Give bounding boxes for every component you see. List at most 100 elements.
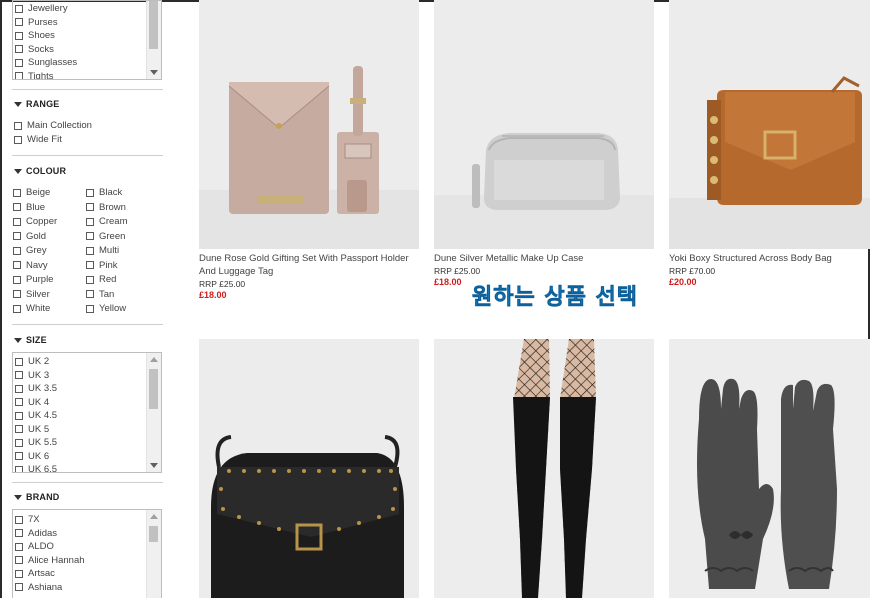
size-scrollbar[interactable]	[146, 353, 161, 472]
checkbox[interactable]	[15, 384, 23, 393]
brand-option[interactable]: Alice Hannah	[15, 555, 85, 566]
size-option[interactable]: UK 5	[15, 424, 49, 435]
checkbox[interactable]	[15, 45, 23, 53]
category-option[interactable]: Socks	[15, 44, 54, 55]
checkbox[interactable]	[86, 217, 94, 226]
category-listbox[interactable]: Jewellery Purses Shoes Socks Sunglasses …	[12, 0, 162, 80]
size-option[interactable]: UK 2	[15, 356, 49, 367]
colour-option[interactable]: Purple	[13, 274, 53, 285]
colour-option[interactable]: Silver	[13, 289, 50, 300]
checkbox[interactable]	[15, 529, 23, 537]
colour-option[interactable]: Yellow	[86, 303, 126, 314]
brand-option[interactable]: Ashiana	[15, 582, 62, 593]
brand-option[interactable]: Adidas	[15, 528, 57, 539]
category-option[interactable]: Sunglasses	[15, 57, 77, 68]
checkbox[interactable]	[15, 515, 23, 524]
colour-option[interactable]: Copper	[13, 216, 57, 227]
scroll-up-arrow-icon[interactable]	[150, 357, 158, 362]
colour-option[interactable]: White	[13, 303, 50, 314]
product-image[interactable]	[669, 339, 870, 598]
size-option[interactable]: UK 3.5	[15, 383, 57, 394]
product-image[interactable]	[434, 0, 654, 249]
checkbox[interactable]	[86, 275, 94, 284]
checkbox[interactable]	[13, 217, 21, 226]
checkbox[interactable]	[15, 465, 23, 472]
colour-option[interactable]: Tan	[86, 289, 114, 300]
brand-scrollbar[interactable]	[146, 510, 161, 598]
size-option[interactable]: UK 4	[15, 397, 49, 408]
checkbox[interactable]	[15, 556, 23, 564]
checkbox[interactable]	[13, 232, 21, 240]
size-option[interactable]: UK 6.5	[15, 464, 57, 472]
colour-option[interactable]: Navy	[13, 260, 48, 271]
checkbox[interactable]	[13, 246, 21, 255]
colour-option[interactable]: Green	[86, 231, 125, 242]
checkbox[interactable]	[13, 290, 21, 298]
checkbox[interactable]	[15, 542, 23, 551]
colour-option[interactable]: Red	[86, 274, 116, 285]
product-image[interactable]	[434, 339, 654, 598]
checkbox[interactable]	[86, 304, 94, 313]
checkbox[interactable]	[86, 203, 94, 211]
brand-option[interactable]: 7X	[15, 514, 40, 525]
colour-header[interactable]: COLOUR	[14, 166, 66, 176]
checkbox[interactable]	[15, 357, 23, 366]
scrollbar-thumb[interactable]	[149, 369, 158, 409]
colour-option[interactable]: Beige	[13, 187, 50, 198]
checkbox[interactable]	[15, 18, 23, 26]
checkbox[interactable]	[15, 438, 23, 447]
size-option[interactable]: UK 3	[15, 370, 49, 381]
category-option[interactable]: Tights	[15, 71, 54, 79]
checkbox[interactable]	[14, 121, 22, 130]
checkbox[interactable]	[13, 304, 21, 313]
checkbox[interactable]	[15, 72, 23, 79]
size-option[interactable]: UK 5.5	[15, 437, 57, 448]
scroll-down-arrow-icon[interactable]	[150, 70, 158, 75]
checkbox[interactable]	[86, 290, 94, 298]
checkbox[interactable]	[13, 275, 21, 284]
checkbox[interactable]	[14, 135, 22, 144]
product-name[interactable]: Dune Rose Gold Gifting Set With Passport…	[199, 253, 409, 278]
colour-option[interactable]: Pink	[86, 260, 117, 271]
range-option[interactable]: Main Collection	[14, 120, 92, 131]
scrollbar-thumb[interactable]	[149, 1, 158, 49]
checkbox[interactable]	[15, 31, 23, 40]
colour-option[interactable]: Brown	[86, 202, 126, 213]
checkbox[interactable]	[13, 188, 21, 197]
size-option[interactable]: UK 6	[15, 451, 49, 462]
checkbox[interactable]	[15, 371, 23, 379]
checkbox[interactable]	[13, 203, 21, 211]
category-option[interactable]: Purses	[15, 17, 58, 28]
range-header[interactable]: RANGE	[14, 99, 60, 109]
checkbox[interactable]	[15, 452, 23, 460]
brand-option[interactable]: ALDO	[15, 541, 54, 552]
checkbox[interactable]	[15, 58, 23, 67]
checkbox[interactable]	[15, 4, 23, 13]
size-listbox[interactable]: UK 2 UK 3 UK 3.5 UK 4 UK 4.5 UK 5 UK 5.5…	[12, 352, 162, 473]
scroll-up-arrow-icon[interactable]	[150, 514, 158, 519]
colour-option[interactable]: Multi	[86, 245, 119, 256]
size-header[interactable]: SIZE	[14, 335, 47, 345]
scroll-down-arrow-icon[interactable]	[150, 463, 158, 468]
brand-option[interactable]: Artsac	[15, 568, 55, 579]
checkbox[interactable]	[13, 261, 21, 269]
checkbox[interactable]	[86, 232, 94, 240]
checkbox[interactable]	[15, 583, 23, 591]
product-image[interactable]	[199, 0, 419, 249]
checkbox[interactable]	[86, 188, 94, 197]
size-option[interactable]: UK 4.5	[15, 410, 57, 421]
category-option[interactable]: Jewellery	[15, 3, 68, 14]
checkbox[interactable]	[15, 398, 23, 406]
colour-option[interactable]: Grey	[13, 245, 47, 256]
brand-header[interactable]: BRAND	[14, 492, 60, 502]
checkbox[interactable]	[15, 425, 23, 433]
checkbox[interactable]	[15, 569, 23, 578]
product-image[interactable]	[669, 0, 870, 249]
colour-option[interactable]: Gold	[13, 231, 46, 242]
product-name[interactable]: Yoki Boxy Structured Across Body Bag	[669, 253, 832, 266]
colour-option[interactable]: Cream	[86, 216, 128, 227]
colour-option[interactable]: Black	[86, 187, 122, 198]
scrollbar-thumb[interactable]	[149, 526, 158, 542]
category-scrollbar[interactable]	[146, 1, 161, 79]
product-image[interactable]	[199, 339, 419, 598]
